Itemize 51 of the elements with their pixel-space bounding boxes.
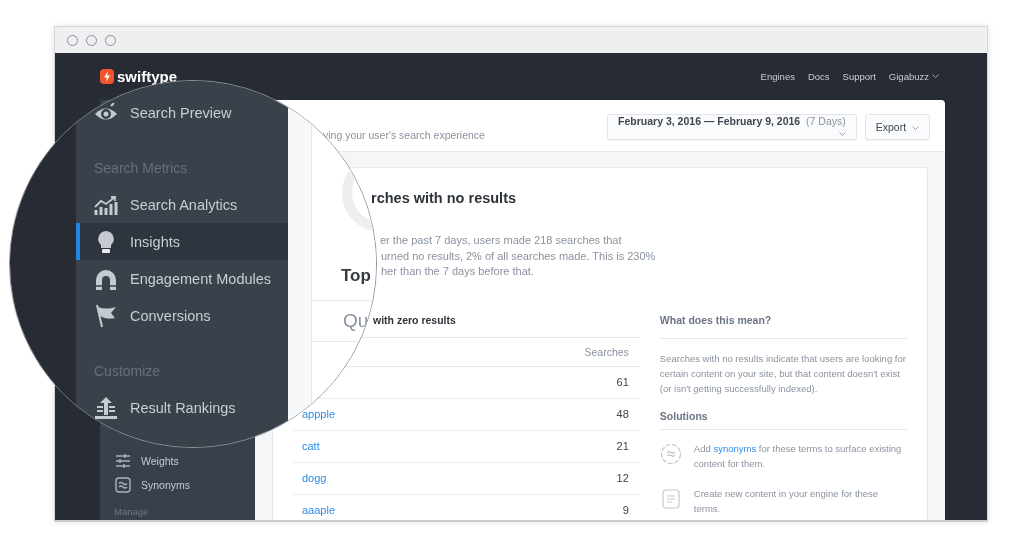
sidebar-item[interactable]: Conversions — [76, 297, 288, 334]
solution-text: Add synonyms for these terms to surface existing content for them. — [693, 441, 903, 471]
synonyms-link[interactable]: synonyms — [713, 442, 757, 454]
bolt-logo-icon — [100, 69, 114, 84]
sidebar-item[interactable]: Synonyms — [115, 473, 191, 497]
solution-text: Create new content in your engine for these terms. — [693, 486, 880, 516]
synonyms-icon — [659, 442, 682, 465]
flag-icon — [94, 303, 118, 328]
section-title: Top — [341, 266, 371, 285]
query-link[interactable]: catt — [302, 440, 320, 452]
sidebar-item[interactable]: Weights — [115, 449, 179, 473]
chevron-down-icon — [932, 74, 939, 79]
query-link[interactable]: appple — [302, 408, 336, 420]
sidebar-item[interactable]: Search Analytics — [76, 186, 288, 223]
sidebar-item[interactable]: Insights — [76, 223, 288, 260]
explanation-text: Searches with no results indicate that users are looking for certain content on your site, but that content doesn't exist (or isn't getting successfully indexed). — [659, 351, 907, 396]
section-title: Qu — [343, 310, 369, 332]
query-link[interactable]: aaaple — [302, 504, 336, 516]
description-line: urned no results, 2% of all searches made. This is 230% — [381, 248, 656, 264]
logo-text: swiftype — [117, 68, 177, 85]
sidebar-item[interactable]: Engagement Modules — [76, 260, 288, 297]
query-link[interactable]: dogg — [302, 472, 327, 484]
document-icon — [659, 487, 682, 510]
sidebar-section-heading: Manage — [113, 505, 149, 519]
export-dropdown[interactable]: Export — [864, 114, 930, 140]
description-line: her than the 7 days before that. — [381, 264, 534, 279]
table-title: with zero results — [373, 313, 456, 326]
chart-icon — [94, 194, 118, 215]
section-heading: Solutions — [659, 410, 708, 422]
card-title: rches with no results — [370, 189, 518, 206]
nav-link[interactable]: Engines — [760, 71, 795, 82]
date-range-picker[interactable]: February 3, 2016 — February 9, 2016 (7 Days) — [606, 114, 857, 140]
account-menu[interactable]: Gigabuzz — [888, 71, 939, 82]
sidebar-item[interactable]: Result Rankings — [76, 389, 288, 426]
sidebar-item[interactable]: Search Preview — [76, 94, 288, 131]
column-header: Searches — [584, 345, 629, 358]
table-cell: 48 — [616, 408, 629, 420]
ranking-icon — [94, 396, 118, 419]
nav-link[interactable]: Support — [842, 71, 876, 82]
chevron-down-icon — [912, 125, 919, 131]
magnet-icon — [94, 267, 118, 290]
nav-link[interactable]: Docs — [807, 71, 830, 82]
description-line: er the past 7 days, users made 218 searches that — [380, 233, 622, 248]
synonyms-icon — [115, 477, 131, 493]
chevron-down-icon — [838, 131, 846, 137]
sliders-icon — [115, 454, 131, 468]
table-cell: 9 — [622, 504, 629, 516]
table-cell: 21 — [616, 440, 629, 452]
table-cell: 12 — [616, 472, 629, 484]
table-cell: 61 — [616, 376, 629, 388]
section-heading: What does this mean? — [659, 313, 772, 326]
